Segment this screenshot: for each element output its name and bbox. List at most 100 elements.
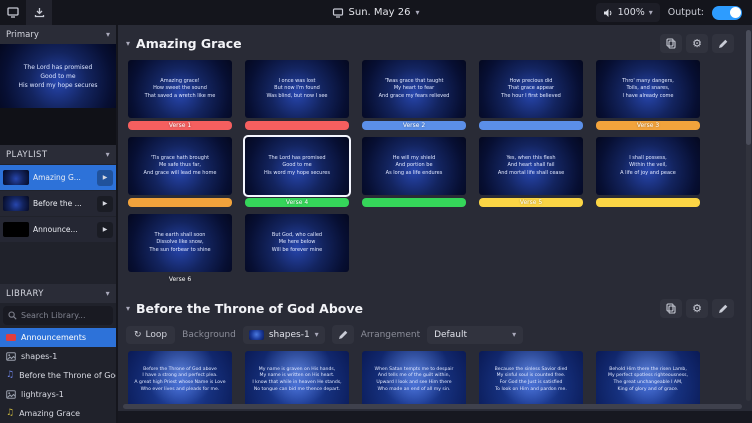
library-search — [3, 306, 113, 325]
output-toggle[interactable] — [712, 6, 742, 20]
slide-card[interactable]: 'Twas grace that taught My heart to fear… — [362, 60, 466, 130]
slide-card[interactable]: I once was lost But now I'm found Was bl… — [245, 60, 349, 130]
background-selector[interactable]: shapes-1 ▾ — [243, 326, 325, 344]
project-selector[interactable]: Sun. May 26 ▾ — [333, 0, 420, 25]
edit-button[interactable] — [712, 34, 734, 53]
slide-card[interactable]: 'Tis grace hath brought Me safe thus far… — [128, 137, 232, 207]
slide-group-label[interactable]: Verse 4 — [245, 198, 349, 207]
library-header[interactable]: LIBRARY ▾ — [0, 284, 116, 303]
slide-card-selected[interactable]: The Lord has promised Good to me His wor… — [245, 137, 349, 207]
playlist-item-name: Amazing G... — [33, 173, 93, 182]
section-title[interactable]: Before the Throne of God Above — [136, 301, 363, 316]
playlist-header[interactable]: PLAYLIST ▾ — [0, 145, 116, 164]
slide-card[interactable]: But God, who called Me here below Will b… — [245, 214, 349, 284]
playlist-item-announcements[interactable]: Announce... ▶ — [0, 217, 116, 242]
slide-thumbnail[interactable]: My name is graven on His hands, My name … — [245, 351, 349, 409]
slide-thumbnail[interactable]: But God, who called Me here below Will b… — [245, 214, 349, 272]
slide-text: Yes, when this flesh And heart shall fai… — [495, 155, 567, 178]
slide-group-label[interactable]: Verse 1 — [128, 121, 232, 130]
slide-thumbnail[interactable]: He will my shield And portion be As long… — [362, 137, 466, 195]
slide-card[interactable]: He will my shield And portion be As long… — [362, 137, 466, 207]
library-item-announcements[interactable]: Announcements — [0, 328, 116, 347]
loop-label: Loop — [146, 330, 168, 340]
slide-group-label[interactable]: Verse 5 — [479, 198, 583, 207]
preview-slide[interactable]: The Lord has promised Good to me His wor… — [0, 44, 116, 108]
slide-card[interactable]: When Satan tempts me to despair And tell… — [362, 351, 466, 409]
slide-text: Because the sinless Savior died My sinfu… — [492, 367, 571, 394]
slide-thumbnail[interactable]: Before the Throne of God above I have a … — [128, 351, 232, 409]
slide-card[interactable]: I shall possess, Within the veil, A life… — [596, 137, 700, 207]
chevron-down-icon[interactable]: ▾ — [126, 39, 130, 48]
slide-thumbnail[interactable]: Behold Him there the risen Lamb, My perf… — [596, 351, 700, 409]
slide-thumbnail[interactable]: The earth shall soon Dissolve like snow,… — [128, 214, 232, 272]
scrollbar-thumb[interactable] — [746, 30, 751, 145]
slide-thumbnail[interactable]: I shall possess, Within the veil, A life… — [596, 137, 700, 195]
loop-button[interactable]: ↻ Loop — [126, 326, 175, 344]
slide-card[interactable]: Because the sinless Savior died My sinfu… — [479, 351, 583, 409]
copy-button[interactable] — [660, 34, 682, 53]
slide-card[interactable]: The earth shall soon Dissolve like snow,… — [128, 214, 232, 284]
slide-thumbnail[interactable]: How precious did That grace appear The h… — [479, 60, 583, 118]
slide-group-label[interactable]: Verse 3 — [596, 121, 700, 130]
chevron-down-icon[interactable]: ▾ — [126, 304, 130, 313]
primary-header[interactable]: Primary ▾ — [0, 25, 116, 44]
arrangement-label: Arrangement — [361, 330, 420, 340]
topbar-left — [0, 0, 52, 25]
slide-thumbnail[interactable]: 'Twas grace that taught My heart to fear… — [362, 60, 466, 118]
play-button[interactable]: ▶ — [97, 170, 113, 186]
project-date-label: Sun. May 26 — [349, 7, 411, 18]
play-button[interactable]: ▶ — [97, 222, 113, 238]
playlist-item-before-the-throne[interactable]: Before the ... ▶ — [0, 191, 116, 216]
slide-group-label[interactable] — [479, 121, 583, 130]
edit-background-button[interactable] — [332, 325, 354, 344]
slide-group-label[interactable] — [245, 121, 349, 130]
slide-card[interactable]: Amazing grace! How sweet the sound That … — [128, 60, 232, 130]
vertical-scrollbar[interactable] — [746, 30, 751, 401]
library-item-lightrays-1[interactable]: lightrays-1 — [0, 385, 116, 404]
slide-card[interactable]: Before the Throne of God above I have a … — [128, 351, 232, 409]
search-input[interactable] — [21, 311, 108, 320]
settings-button[interactable]: ⚙ — [686, 299, 708, 318]
gear-icon: ⚙ — [692, 37, 702, 50]
edit-button[interactable] — [712, 299, 734, 318]
copy-button[interactable] — [660, 299, 682, 318]
slide-thumbnail[interactable]: 'Tis grace hath brought Me safe thus far… — [128, 137, 232, 195]
slide-text: Amazing grace! How sweet the sound That … — [142, 78, 219, 101]
import-button[interactable] — [26, 0, 52, 25]
slide-group-label[interactable]: Verse 6 — [128, 275, 232, 284]
play-icon: ▶ — [103, 226, 108, 233]
slide-card[interactable]: How precious did That grace appear The h… — [479, 60, 583, 130]
slide-card[interactable]: Thro' many dangers, Toils, and snares, I… — [596, 60, 700, 130]
slide-group-label[interactable] — [128, 198, 232, 207]
display-button[interactable] — [0, 0, 26, 25]
slide-text: Before the Throne of God above I have a … — [131, 367, 228, 394]
slide-thumbnail[interactable]: I once was lost But now I'm found Was bl… — [245, 60, 349, 118]
library-item-before-the-throne[interactable]: ♫ Before the Throne of God — [0, 366, 116, 385]
slide-thumbnail[interactable]: The Lord has promised Good to me His wor… — [245, 137, 349, 195]
slide-group-label[interactable] — [596, 198, 700, 207]
section-title[interactable]: Amazing Grace — [136, 36, 242, 51]
library-item-amazing-grace[interactable]: ♫ Amazing Grace — [0, 404, 116, 423]
slide-thumbnail[interactable]: Yes, when this flesh And heart shall fai… — [479, 137, 583, 195]
slide-thumbnail[interactable]: Thro' many dangers, Toils, and snares, I… — [596, 60, 700, 118]
play-button[interactable]: ▶ — [97, 196, 113, 212]
slide-group-label[interactable]: Verse 2 — [362, 121, 466, 130]
library-item-shapes-1[interactable]: shapes-1 — [0, 347, 116, 366]
playlist-item-amazing-grace[interactable]: Amazing G... ▶ — [0, 165, 116, 190]
slide-thumbnail[interactable]: When Satan tempts me to despair And tell… — [362, 351, 466, 409]
slide-card[interactable]: Yes, when this flesh And heart shall fai… — [479, 137, 583, 207]
volume-control[interactable]: 100% ▾ — [596, 3, 660, 22]
slide-group-label[interactable] — [362, 198, 466, 207]
sidebar-spacer — [0, 243, 116, 284]
slide-card[interactable]: My name is graven on His hands, My name … — [245, 351, 349, 409]
background-label: Background — [182, 330, 236, 340]
bottom-drawer[interactable] — [118, 411, 752, 423]
drawer-resize-handle[interactable] — [123, 404, 742, 409]
slide-thumbnail[interactable]: Because the sinless Savior died My sinfu… — [479, 351, 583, 409]
slide-group-label[interactable] — [245, 275, 349, 284]
slide-grid-amazing-grace: Amazing grace! How sweet the sound That … — [118, 58, 752, 290]
slide-thumbnail[interactable]: Amazing grace! How sweet the sound That … — [128, 60, 232, 118]
slide-card[interactable]: Behold Him there the risen Lamb, My perf… — [596, 351, 700, 409]
arrangement-selector[interactable]: Default ▾ — [427, 326, 523, 344]
settings-button[interactable]: ⚙ — [686, 34, 708, 53]
